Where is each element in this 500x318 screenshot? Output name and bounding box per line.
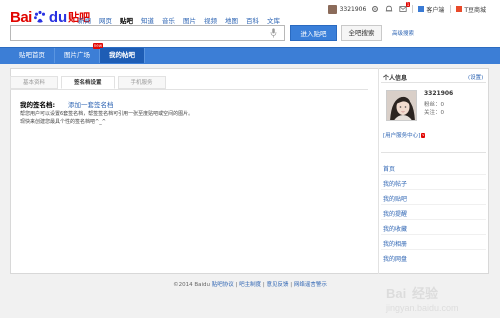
tab-mobile-service[interactable]: 手机服务: [117, 76, 166, 89]
signature-description: 现快来创建您最具个性的签名档吧^_^: [20, 119, 106, 125]
nav-item-web[interactable]: 网页: [99, 15, 112, 25]
v-badge: v: [421, 132, 426, 138]
tmall-link[interactable]: T豆商城: [456, 5, 486, 14]
signature-description: 帮您用户可以设置6套签名档，帮签签名档可引用一张至度贴吧或空间的图片。: [20, 111, 194, 117]
divider: [10, 89, 368, 90]
divider: [381, 189, 486, 190]
svg-text:jingyan.baidu.com: jingyan.baidu.com: [385, 303, 459, 313]
divider: [381, 234, 486, 235]
enter-bar-button[interactable]: 进入贴吧: [290, 25, 337, 41]
client-link-label: 客户端: [426, 6, 445, 14]
phone-icon: [418, 6, 425, 12]
svg-text:Bai: Bai: [386, 286, 406, 301]
message-icon[interactable]: 1: [398, 1, 411, 14]
user-bar: 3321906 1 客户端 T豆商城: [327, 1, 492, 15]
nav-item-music[interactable]: 音乐: [162, 15, 175, 25]
top-nav: 新闻 网页 贴吧 知道 音乐 图片 视频 地图 百科 文库: [78, 15, 288, 25]
svg-text:经验: 经验: [412, 286, 439, 301]
nav-item-tieba[interactable]: 贴吧: [120, 15, 133, 25]
shop-icon: [456, 6, 463, 12]
add-signature-link[interactable]: 添加一套签名档: [68, 99, 114, 109]
sidebar-item-my-netdisk[interactable]: 我的网盘: [383, 254, 407, 263]
tab-image-square[interactable]: 图片广场 new: [55, 43, 103, 63]
footer-link-feedback[interactable]: 意见反馈: [267, 282, 289, 288]
blue-tabs: 贴吧首页 图片广场 new 我的帖吧: [10, 43, 145, 63]
search-input[interactable]: [10, 25, 285, 41]
divider: [412, 5, 414, 13]
nav-item-zhidao[interactable]: 知道: [141, 15, 154, 25]
footer-link-rules[interactable]: 吧主制度: [239, 282, 261, 288]
follow-count[interactable]: 关注：0: [424, 108, 444, 116]
footer-copyright: ©2014 Baidu: [173, 282, 210, 288]
tab-my-tieba[interactable]: 我的帖吧: [100, 48, 145, 63]
paw-icon: [33, 10, 45, 23]
client-link[interactable]: 客户端: [418, 5, 444, 14]
tab-tieba-home[interactable]: 贴吧首页: [10, 48, 55, 63]
divider: [381, 152, 486, 153]
nav-item-map[interactable]: 地图: [225, 15, 238, 25]
avatar[interactable]: [386, 90, 417, 121]
signature-title: 我的签名档:: [20, 101, 56, 109]
sidebar-settings-link[interactable]: (设置): [468, 73, 483, 81]
sidebar-item-my-posts[interactable]: 我的帖子: [383, 179, 407, 188]
nav-item-wenku[interactable]: 文库: [267, 15, 280, 25]
service-center-label: [用户服务中心]: [383, 133, 421, 139]
tab-label: 我的帖吧: [109, 51, 135, 59]
advanced-search-link[interactable]: 高级搜索: [392, 29, 414, 37]
divider: [381, 249, 486, 250]
logo-bai-text: Bai: [10, 8, 32, 26]
sidebar-item-my-reminders[interactable]: 我的提醒: [383, 209, 407, 218]
sidebar-username[interactable]: 3321906: [424, 90, 453, 97]
divider: [381, 174, 486, 175]
tab-signature-settings[interactable]: 签名档设置: [61, 76, 115, 89]
footer-link-rumor-warning[interactable]: 网络谣言警示: [294, 282, 327, 288]
search-all-button[interactable]: 全吧搜索: [341, 25, 382, 41]
logo-du-text: du: [48, 8, 68, 26]
divider: [450, 5, 452, 13]
sidebar-item-my-bars[interactable]: 我的贴吧: [383, 194, 407, 203]
sidebar-title: 个人信息: [383, 75, 408, 82]
message-count-badge: 1: [405, 1, 411, 7]
tab-label: 图片广场: [64, 51, 90, 59]
tab-basic-info[interactable]: 基本资料: [10, 76, 59, 89]
fans-count[interactable]: 粉丝：0: [424, 100, 444, 108]
nav-item-images[interactable]: 图片: [183, 15, 196, 25]
nav-item-baike[interactable]: 百科: [246, 15, 259, 25]
divider: [381, 204, 486, 205]
sidebar-item-my-albums[interactable]: 我的相册: [383, 239, 407, 248]
divider: [381, 219, 486, 220]
footer-link-agreement[interactable]: 贴吧协议: [212, 282, 234, 288]
user-service-center-link[interactable]: [用户服务中心] v: [383, 131, 426, 139]
avatar-photo: [387, 91, 416, 120]
nav-item-news[interactable]: 新闻: [78, 15, 91, 25]
settings-tabs: 基本资料 签名档设置 手机服务: [10, 76, 169, 89]
nav-item-video[interactable]: 视频: [204, 15, 217, 25]
gear-icon[interactable]: [370, 5, 379, 14]
username-link[interactable]: 3321906: [340, 6, 367, 13]
sidebar-item-home[interactable]: 首页: [383, 164, 395, 173]
bell-icon[interactable]: [384, 5, 393, 14]
user-avatar-mini[interactable]: [327, 4, 337, 14]
tab-label: 贴吧首页: [19, 51, 45, 59]
tmall-link-label: T豆商城: [464, 6, 486, 14]
watermark-logo: Bai 经验 jingyan.baidu.com: [385, 286, 459, 313]
microphone-icon[interactable]: [270, 28, 277, 38]
sidebar-item-my-favorites[interactable]: 我的收藏: [383, 224, 407, 233]
divider: [381, 82, 486, 83]
